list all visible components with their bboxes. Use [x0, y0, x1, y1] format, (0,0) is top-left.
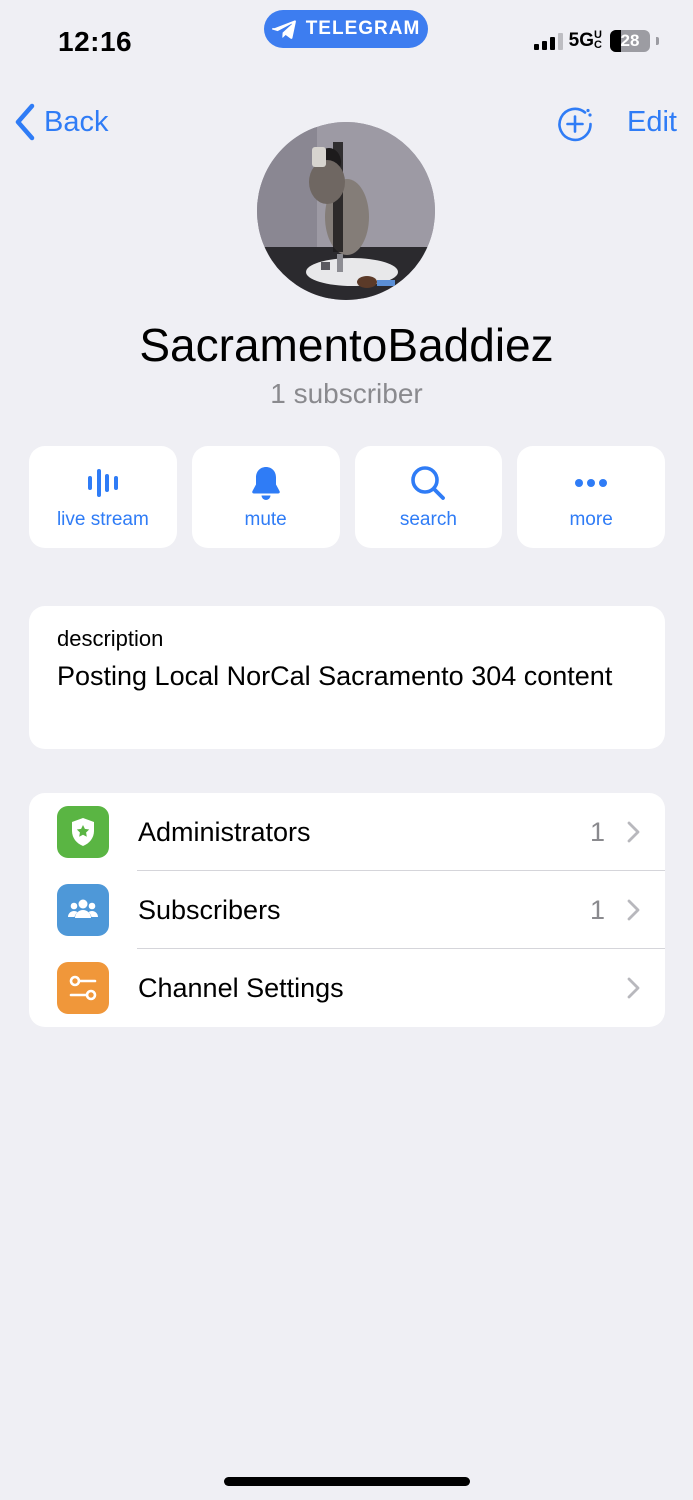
chevron-left-icon — [15, 103, 35, 141]
search-icon — [411, 466, 446, 500]
telegram-icon — [271, 20, 296, 39]
channel-name: SacramentoBaddiez — [139, 319, 554, 371]
channel-settings-row[interactable]: Channel Settings — [29, 949, 665, 1027]
subscribers-label: Subscribers — [138, 894, 281, 925]
battery-level: 28 — [620, 31, 640, 50]
subscribers-value: 1 — [589, 894, 605, 925]
battery-tip — [656, 37, 659, 45]
people-icon — [57, 884, 109, 936]
live-stream-button[interactable]: live stream — [29, 446, 177, 548]
more-icon — [575, 479, 608, 487]
channel-options-list: Administrators 1 Subscribers 1 Channel S… — [29, 793, 665, 1027]
status-time: 12:16 — [58, 26, 133, 57]
edit-button[interactable]: Edit — [627, 106, 677, 139]
back-label: Back — [44, 105, 109, 138]
administrators-count: 1 — [589, 816, 605, 847]
subscribers-row[interactable]: Subscribers 1 — [29, 871, 665, 949]
status-bar: 12:16 TELEGRAM 5GUC 28 — [0, 0, 693, 90]
subscriber-count: 1 subscriber — [270, 378, 423, 409]
administrators-row[interactable]: Administrators 1 — [29, 793, 665, 871]
action-buttons: live stream mute search more — [29, 446, 665, 548]
mute-button[interactable]: mute — [191, 446, 340, 548]
channel-avatar[interactable] — [257, 122, 435, 300]
cellular-signal-icon — [533, 32, 563, 50]
search-button[interactable]: search — [354, 446, 503, 548]
description-card: description Posting Local NorCal Sacrame… — [29, 606, 665, 749]
chevron-right-icon — [627, 977, 640, 999]
admin-badge-icon — [57, 806, 109, 858]
administrators-label: Administrators — [138, 816, 311, 847]
chevron-right-icon — [627, 821, 640, 843]
status-indicators: 5GUC 28 — [533, 29, 659, 52]
more-label: more — [569, 509, 613, 530]
network-type: 5GUC — [568, 29, 602, 52]
battery-icon: 28 — [610, 30, 650, 52]
more-button[interactable]: more — [517, 446, 665, 548]
add-member-icon[interactable] — [555, 104, 595, 144]
avatar-photo — [257, 122, 435, 300]
channel-settings-label: Channel Settings — [138, 972, 344, 1003]
chevron-right-icon — [627, 899, 640, 921]
live-stream-label: live stream — [56, 509, 149, 530]
live-stream-icon — [87, 469, 118, 497]
back-button[interactable]: Back — [12, 102, 108, 142]
sliders-icon — [57, 962, 109, 1014]
description-text: Posting Local NorCal Sacramento 304 cont… — [57, 661, 613, 691]
description-label: description — [57, 626, 164, 651]
return-to-app-pill[interactable]: TELEGRAM — [264, 10, 428, 48]
bell-icon — [251, 467, 280, 500]
search-label: search — [399, 509, 457, 530]
mute-label: mute — [244, 509, 287, 530]
app-pill-label: TELEGRAM — [305, 18, 421, 39]
home-indicator[interactable] — [224, 1477, 470, 1486]
